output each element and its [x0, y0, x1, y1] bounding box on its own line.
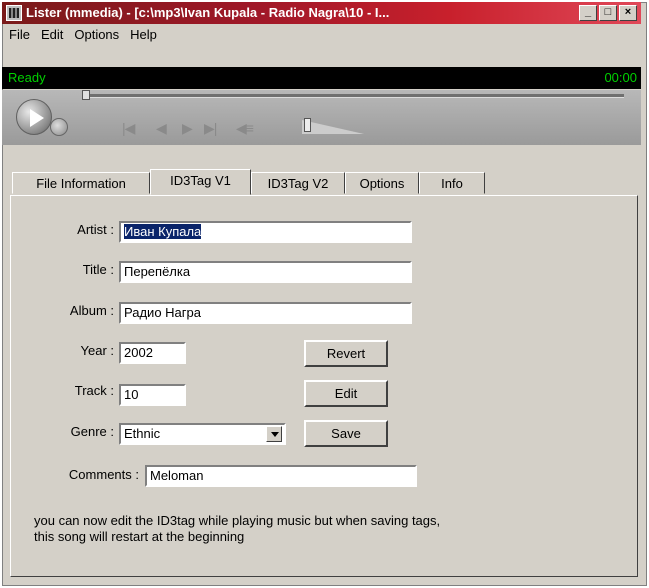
- close-button[interactable]: ×: [619, 5, 637, 21]
- status-text: Ready: [8, 70, 46, 85]
- menu-edit[interactable]: Edit: [41, 25, 63, 45]
- seek-thumb[interactable]: [82, 90, 90, 100]
- time-display: 00:00: [604, 70, 637, 85]
- window-title: Lister (mmedia) - [c:\mp3\Ivan Kupala - …: [26, 5, 390, 20]
- volume-thumb[interactable]: [304, 118, 311, 132]
- menu-file[interactable]: File: [9, 25, 30, 45]
- player-controls: |◀ ◀ ▶ ▶| ◀≡: [2, 90, 641, 145]
- menu-bar: File Edit Options Help: [2, 25, 641, 45]
- mute-speaker-icon[interactable]: ◀≡: [236, 120, 254, 137]
- comments-field[interactable]: Meloman: [145, 465, 417, 487]
- comments-label: Comments :: [68, 467, 139, 482]
- volume-slider[interactable]: [302, 120, 364, 134]
- title-field[interactable]: Перепёлка: [119, 261, 412, 283]
- year-label: Year :: [80, 343, 115, 358]
- app-icon[interactable]: [6, 5, 22, 21]
- artist-field[interactable]: Иван Купала: [119, 221, 412, 243]
- status-bar: Ready 00:00: [2, 67, 641, 89]
- album-field[interactable]: Радио Награ: [119, 302, 412, 324]
- artist-value: Иван Купала: [124, 224, 202, 239]
- tab-id3tag-v2[interactable]: ID3Tag V2: [251, 172, 345, 194]
- minimize-button[interactable]: _: [579, 5, 597, 21]
- genre-value: Ethnic: [124, 426, 161, 441]
- forward-icon[interactable]: ▶: [182, 120, 193, 137]
- menu-help[interactable]: Help: [130, 25, 157, 45]
- menu-options[interactable]: Options: [74, 25, 119, 45]
- skip-forward-icon[interactable]: ▶|: [204, 120, 217, 137]
- save-button[interactable]: Save: [304, 420, 388, 447]
- info-note: you can now edit the ID3tag while playin…: [34, 513, 441, 544]
- seek-track[interactable]: [84, 94, 624, 98]
- maximize-button[interactable]: □: [599, 5, 617, 21]
- chevron-down-icon[interactable]: [266, 426, 282, 442]
- title-label: Title :: [82, 262, 114, 277]
- stop-button[interactable]: [50, 118, 68, 136]
- genre-label: Genre :: [70, 424, 114, 439]
- tab-id3tag-v1[interactable]: ID3Tag V1: [150, 169, 251, 195]
- tab-info[interactable]: Info: [419, 172, 485, 194]
- tab-file-information[interactable]: File Information: [12, 172, 150, 194]
- genre-select[interactable]: Ethnic: [119, 423, 286, 445]
- track-field[interactable]: 10: [119, 384, 186, 406]
- title-bar[interactable]: Lister (mmedia) - [c:\mp3\Ivan Kupala - …: [2, 2, 641, 24]
- skip-back-icon[interactable]: |◀: [122, 120, 135, 137]
- play-button[interactable]: [16, 99, 52, 135]
- artist-label: Artist :: [77, 222, 114, 237]
- revert-button[interactable]: Revert: [304, 340, 388, 367]
- edit-button[interactable]: Edit: [304, 380, 388, 407]
- track-label: Track :: [74, 383, 114, 398]
- tab-options[interactable]: Options: [345, 172, 419, 194]
- album-label: Album :: [69, 303, 114, 318]
- year-field[interactable]: 2002: [119, 342, 186, 364]
- rewind-icon[interactable]: ◀: [156, 120, 167, 137]
